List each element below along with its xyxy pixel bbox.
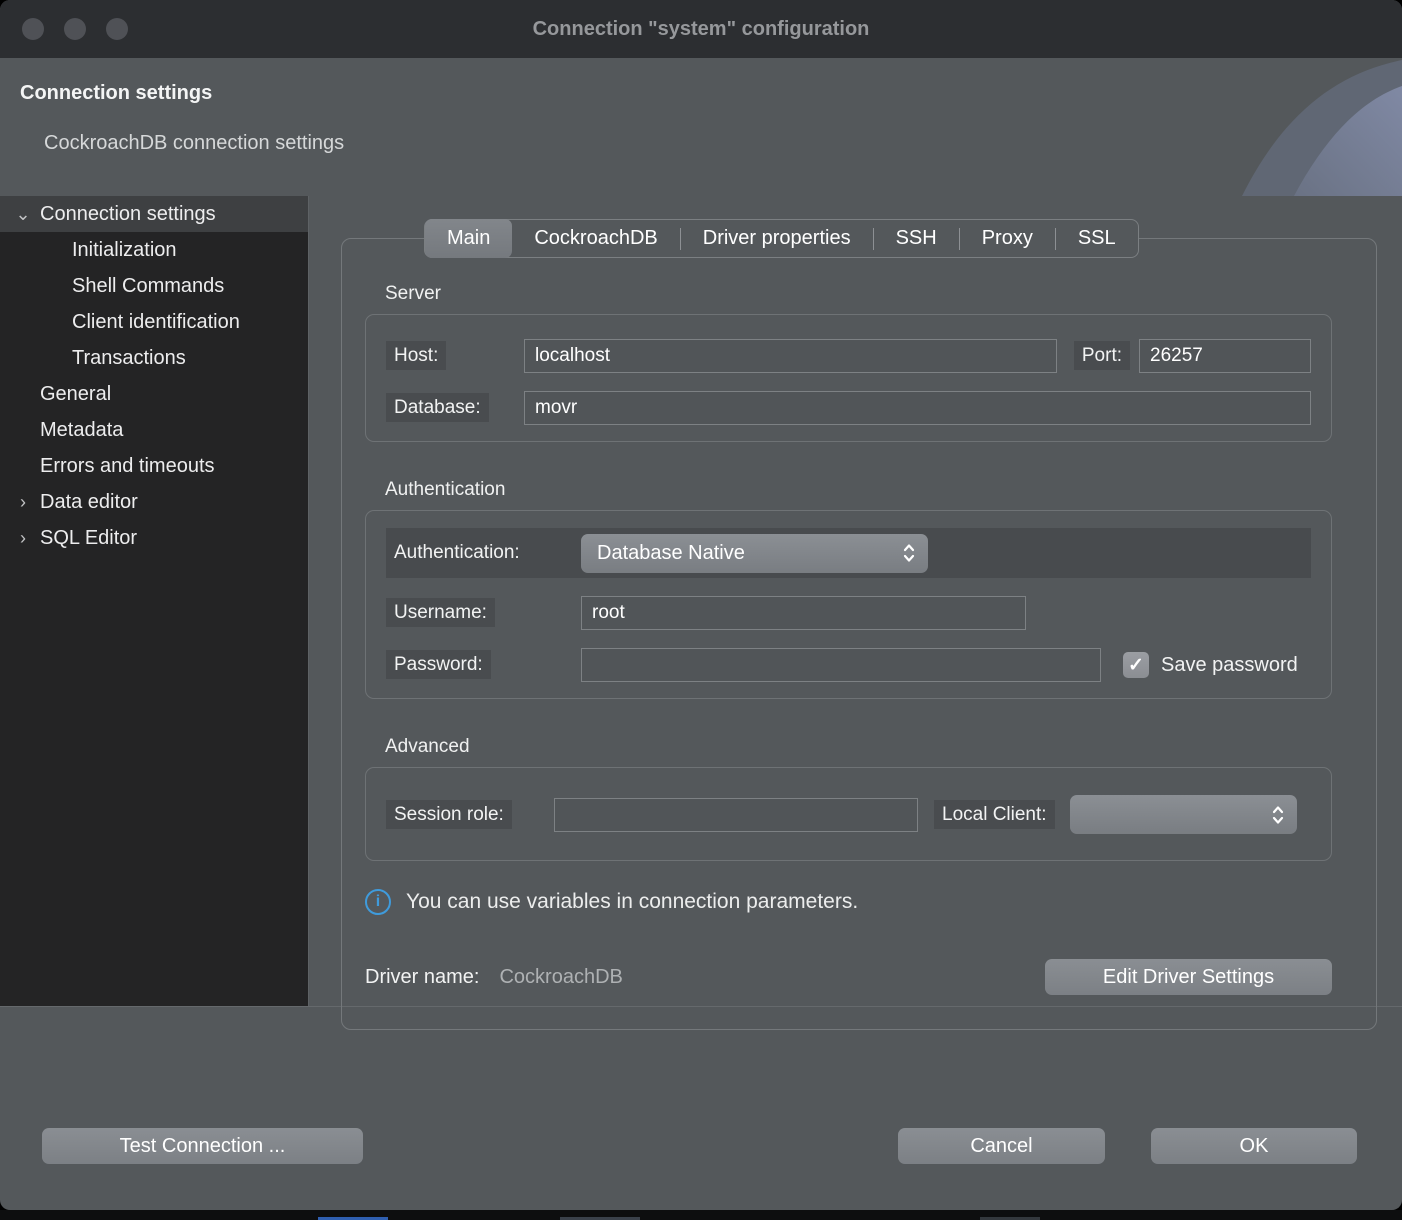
tree-item-connection-settings[interactable]: ⌄ Connection settings [0, 196, 308, 232]
main-content: Main CockroachDB Driver properties SSH P… [309, 196, 1402, 1006]
database-label: Database: [386, 393, 489, 422]
settings-tree: ⌄ Connection settings Initialization She… [0, 196, 309, 1006]
dialog-header: Connection settings CockroachDB connecti… [0, 58, 1402, 196]
port-input[interactable] [1139, 339, 1311, 373]
cancel-button[interactable]: Cancel [898, 1128, 1105, 1164]
tree-item-shell-commands[interactable]: Shell Commands [0, 268, 308, 304]
window-title: Connection "system" configuration [0, 18, 1402, 41]
tab-main[interactable]: Main [425, 219, 512, 258]
connection-config-dialog: Connection "system" configuration Connec… [0, 0, 1402, 1210]
authentication-type-row: Authentication: Database Native [386, 528, 1311, 578]
tree-item-errors-and-timeouts[interactable]: Errors and timeouts [0, 448, 308, 484]
dialog-footer: Test Connection ... Cancel OK [0, 1007, 1402, 1200]
authentication-label: Authentication: [386, 538, 528, 567]
stepper-icon [1271, 804, 1285, 826]
page-title: Connection settings [0, 58, 1402, 105]
driver-row: Driver name: CockroachDB Edit Driver Set… [365, 959, 1332, 995]
chevron-right-icon[interactable]: › [10, 492, 36, 513]
local-client-label: Local Client: [934, 800, 1055, 829]
tab-bar: Main CockroachDB Driver properties SSH P… [424, 219, 1139, 258]
tab-cockroachdb[interactable]: CockroachDB [512, 219, 679, 258]
session-role-input[interactable] [554, 798, 918, 832]
desktop-strip [0, 1210, 1402, 1220]
main-tab-panel: Server Host: Port: Database: Authenticat… [341, 238, 1377, 1030]
title-bar: Connection "system" configuration [0, 0, 1402, 58]
host-input[interactable] [524, 339, 1057, 373]
tree-item-metadata[interactable]: Metadata [0, 412, 308, 448]
host-label: Host: [386, 341, 446, 370]
port-label: Port: [1074, 341, 1130, 370]
advanced-section-label: Advanced [365, 736, 1332, 758]
info-message: You can use variables in connection para… [406, 890, 858, 914]
tree-item-general[interactable]: General [0, 376, 308, 412]
decorative-swoosh [1242, 58, 1402, 196]
authentication-section-label: Authentication [365, 479, 1332, 501]
tab-driver-properties[interactable]: Driver properties [681, 219, 873, 258]
tree-item-client-identification[interactable]: Client identification [0, 304, 308, 340]
chevron-down-icon[interactable]: ⌄ [10, 204, 36, 225]
info-icon: i [365, 889, 391, 915]
tab-proxy[interactable]: Proxy [960, 219, 1055, 258]
advanced-group: Session role: Local Client: [365, 767, 1332, 861]
password-input[interactable] [581, 648, 1101, 682]
server-section-label: Server [365, 283, 1332, 305]
save-password-label: Save password [1161, 654, 1298, 677]
tree-item-data-editor[interactable]: › Data editor [0, 484, 308, 520]
test-connection-button[interactable]: Test Connection ... [42, 1128, 363, 1164]
tree-item-initialization[interactable]: Initialization [0, 232, 308, 268]
ok-button[interactable]: OK [1151, 1128, 1357, 1164]
local-client-select[interactable] [1070, 795, 1297, 834]
info-message-row: i You can use variables in connection pa… [365, 889, 1332, 915]
authentication-select[interactable]: Database Native [581, 534, 928, 573]
authentication-group: Authentication: Database Native Username… [365, 510, 1332, 699]
edit-driver-settings-button[interactable]: Edit Driver Settings [1045, 959, 1332, 995]
page-subtitle: CockroachDB connection settings [0, 105, 1402, 155]
server-group: Host: Port: Database: [365, 314, 1332, 442]
database-input[interactable] [524, 391, 1311, 425]
tab-ssl[interactable]: SSL [1056, 219, 1138, 258]
driver-name-value: CockroachDB [499, 966, 1045, 989]
tree-item-transactions[interactable]: Transactions [0, 340, 308, 376]
tree-item-sql-editor[interactable]: › SQL Editor [0, 520, 308, 556]
save-password-checkbox[interactable]: ✓ [1123, 652, 1149, 678]
username-input[interactable] [581, 596, 1026, 630]
tab-ssh[interactable]: SSH [874, 219, 959, 258]
username-label: Username: [386, 598, 495, 627]
stepper-icon [902, 542, 916, 564]
chevron-right-icon[interactable]: › [10, 528, 36, 549]
driver-name-label: Driver name: [365, 966, 479, 989]
session-role-label: Session role: [386, 800, 512, 829]
password-label: Password: [386, 650, 491, 679]
